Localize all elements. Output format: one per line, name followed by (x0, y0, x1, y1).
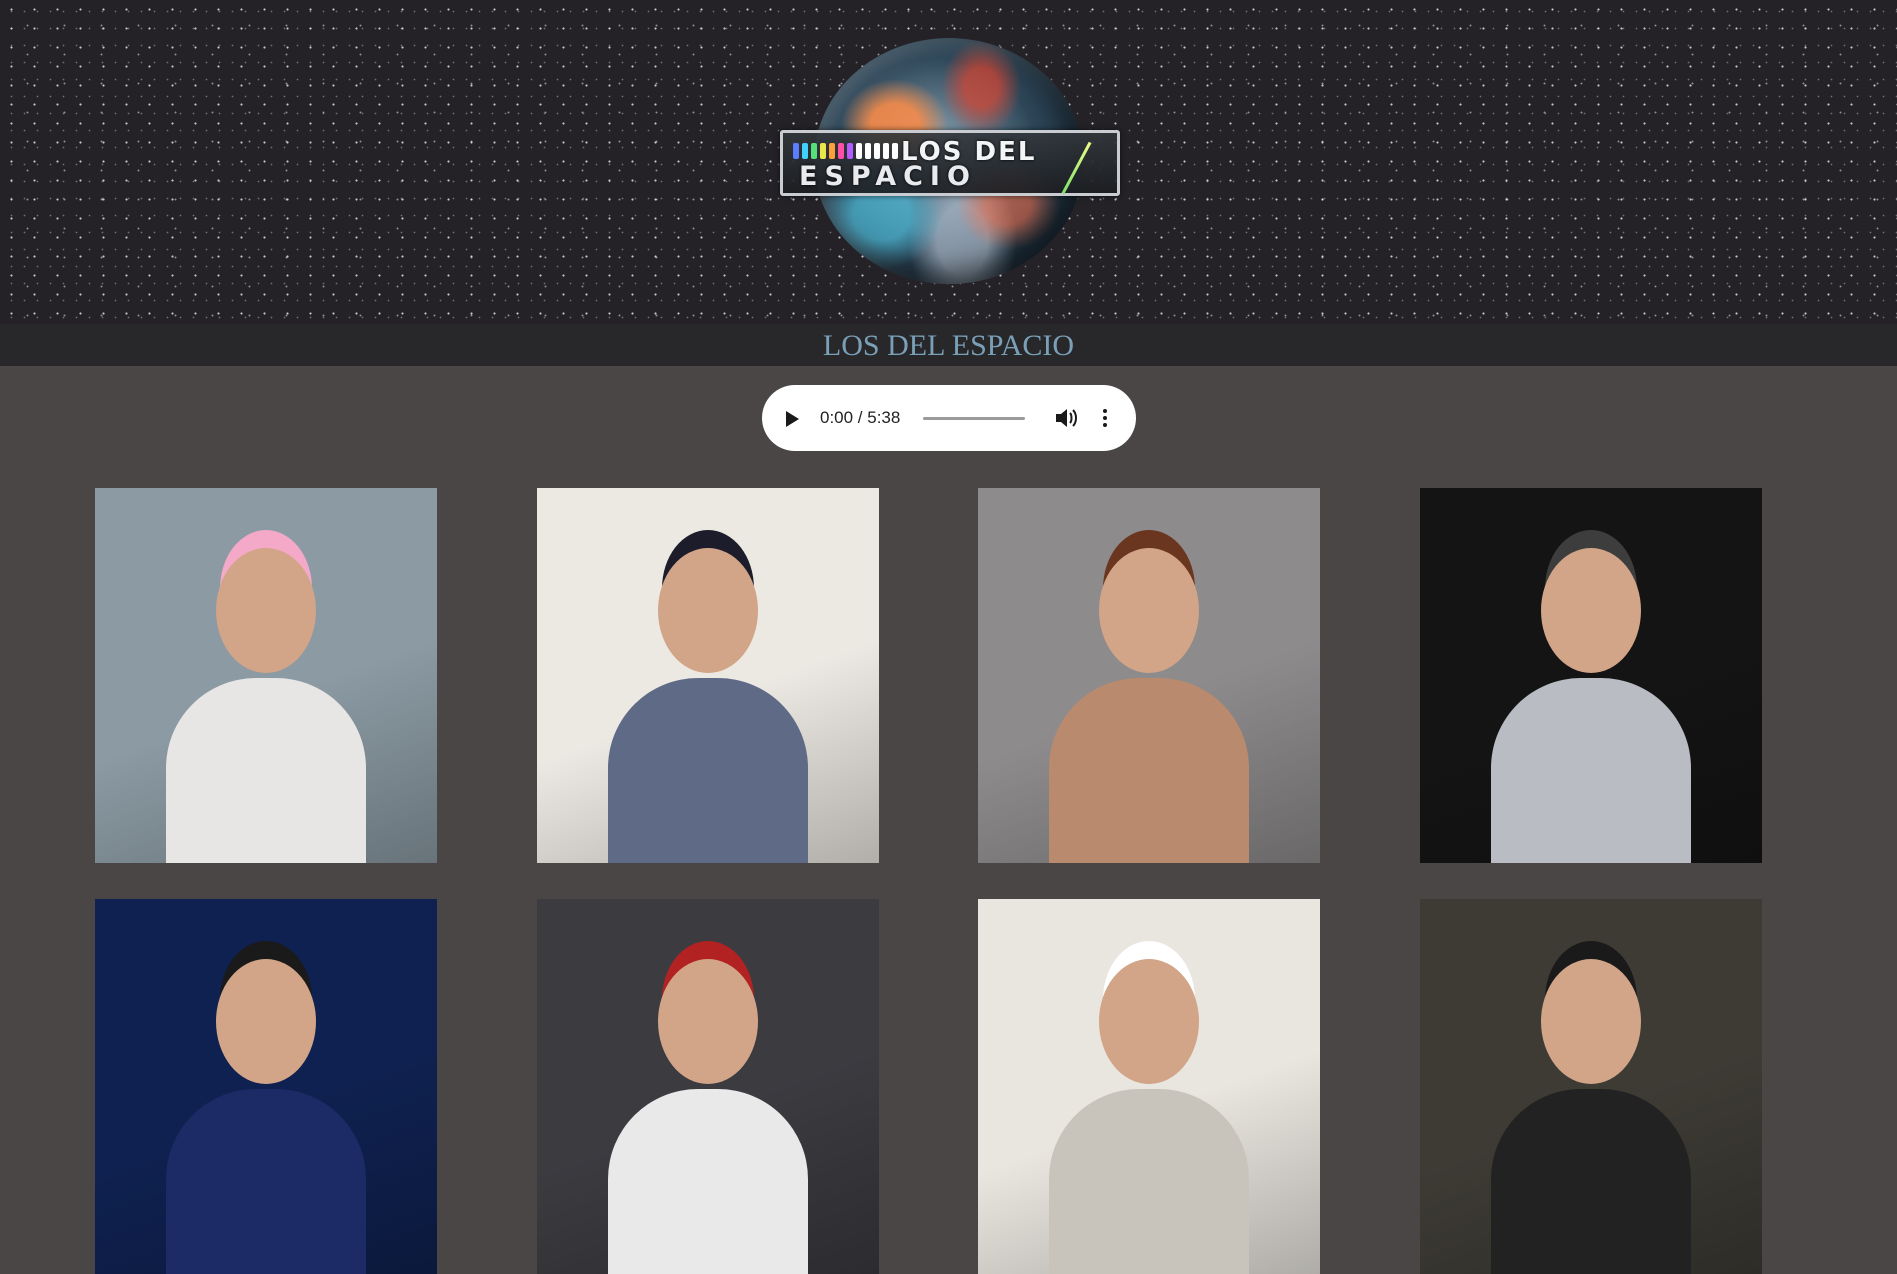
gallery-photo[interactable] (95, 899, 437, 1274)
logo-text-line2: ESPACIO (799, 161, 977, 192)
photo-subject-body (608, 678, 808, 863)
photo-subject-body (608, 1089, 808, 1274)
volume-icon[interactable] (1054, 407, 1078, 429)
more-vertical-icon[interactable] (1102, 407, 1108, 429)
play-icon[interactable] (786, 411, 799, 427)
logo-stripe (793, 143, 799, 159)
photo-subject-head (1541, 959, 1641, 1084)
logo-stripe (811, 143, 817, 159)
logo-stripe (820, 143, 826, 159)
gallery-photo[interactable] (95, 488, 437, 863)
photo-subject-head (658, 548, 758, 673)
logo-stripe (802, 143, 808, 159)
gallery-photo[interactable] (978, 899, 1320, 1274)
photo-subject-body (1049, 1089, 1249, 1274)
photo-subject-body (166, 1089, 366, 1274)
photo-subject-body (1491, 1089, 1691, 1274)
photo-subject-head (216, 959, 316, 1084)
gallery-photo[interactable] (1420, 899, 1762, 1274)
photo-subject-body (1049, 678, 1249, 863)
logo-stripe (829, 143, 835, 159)
audio-player[interactable]: 0:00 / 5:38 (762, 385, 1136, 451)
photo-subject-head (1099, 959, 1199, 1084)
audio-progress-slider[interactable] (923, 417, 1025, 420)
audio-time: 0:00 / 5:38 (820, 408, 901, 427)
gallery-photo[interactable] (537, 488, 879, 863)
logo-banner: LOS DEL ESPACIO (780, 130, 1120, 196)
photo-subject-body (166, 678, 366, 863)
logo-stripe (892, 143, 898, 159)
gallery-photo[interactable] (1420, 488, 1762, 863)
photo-subject-head (1541, 548, 1641, 673)
photo-subject-head (1099, 548, 1199, 673)
logo-color-stripes (793, 143, 898, 159)
logo-stripe (847, 143, 853, 159)
gallery-photo[interactable] (978, 488, 1320, 863)
title-bar: LOS DEL ESPACIO (0, 324, 1897, 366)
site-logo[interactable]: LOS DEL ESPACIO (780, 38, 1120, 284)
logo-slash-accent (1061, 141, 1092, 195)
logo-stripe (874, 143, 880, 159)
gallery-photo[interactable] (537, 899, 879, 1274)
logo-stripe (838, 143, 844, 159)
page-title: LOS DEL ESPACIO (822, 329, 1075, 362)
photo-subject-head (658, 959, 758, 1084)
site-header: LOS DEL ESPACIO (0, 0, 1897, 324)
logo-stripe (856, 143, 862, 159)
logo-stripe (865, 143, 871, 159)
photo-subject-body (1491, 678, 1691, 863)
photo-subject-head (216, 548, 316, 673)
logo-stripe (883, 143, 889, 159)
